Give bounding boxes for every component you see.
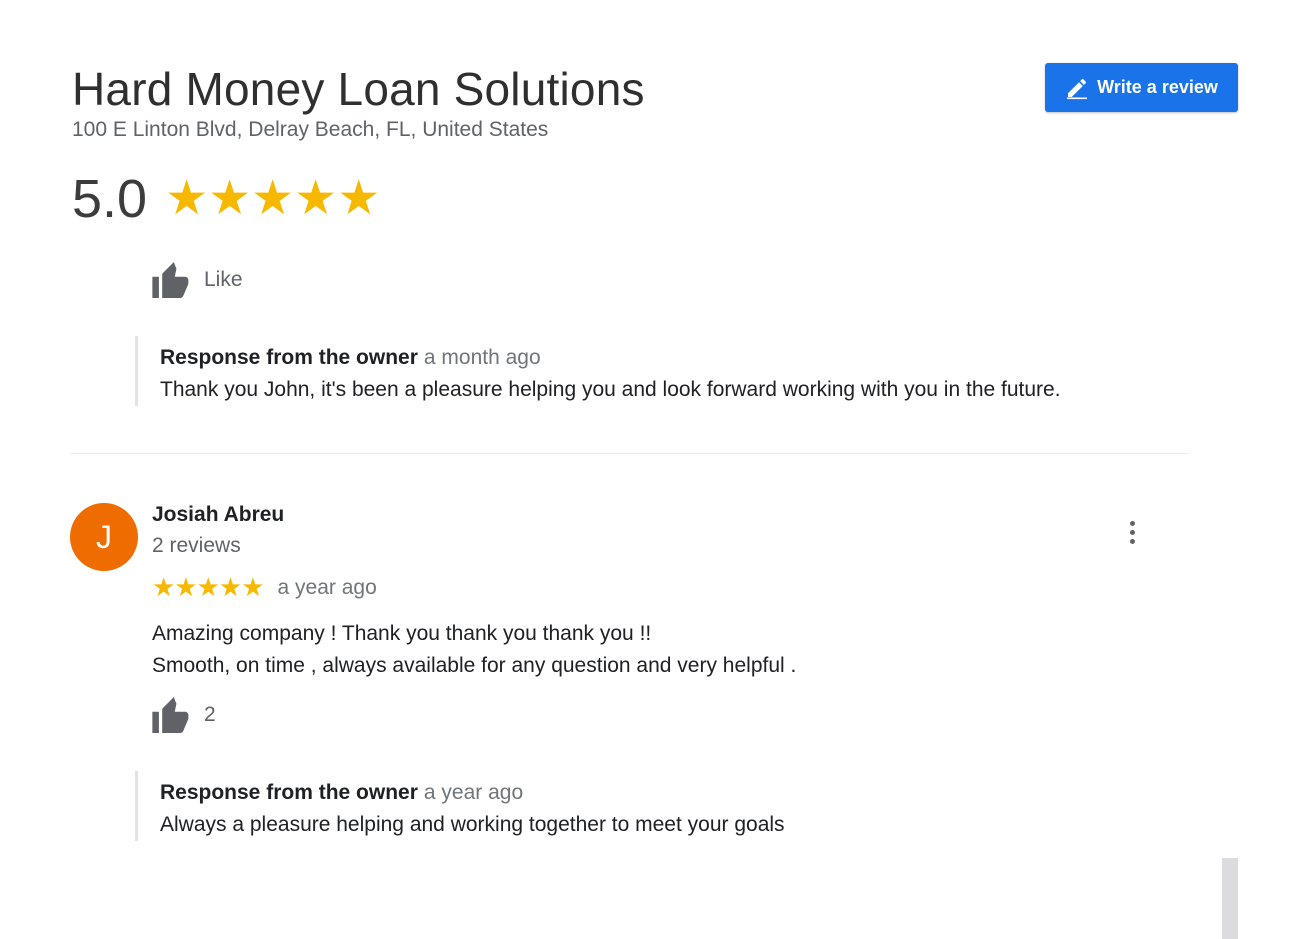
owner-response-time: a month ago [423, 346, 541, 369]
review-divider [70, 453, 1188, 454]
review-text: Amazing company ! Thank you thank you th… [152, 618, 796, 682]
like-count: 2 [204, 703, 216, 726]
review-text-line: Smooth, on time , always available for a… [152, 654, 797, 677]
thumbs-up-icon [152, 697, 189, 733]
owner-response: Response from the owner a year ago Always… [135, 771, 785, 841]
owner-response: Response from the owner a month ago Thank… [135, 336, 1061, 406]
owner-response-header: Response from the owner a year ago [160, 771, 785, 805]
business-address: 100 E Linton Blvd, Delray Beach, FL, Uni… [72, 118, 549, 141]
owner-response-text: Always a pleasure helping and working to… [160, 813, 785, 836]
avatar-initial: J [96, 518, 112, 555]
pencil-icon [1067, 78, 1088, 99]
scrollbar-thumb[interactable] [1222, 858, 1238, 939]
owner-response-label: Response from the owner [160, 346, 418, 369]
owner-response-text: Thank you John, it's been a pleasure hel… [160, 378, 1061, 401]
reviewer-review-count[interactable]: 2 reviews [152, 534, 241, 558]
overall-rating: 5.0 ★★★★★ [72, 168, 380, 230]
owner-response-label: Response from the owner [160, 781, 418, 804]
more-vert-icon[interactable] [1120, 515, 1144, 549]
avatar[interactable]: J [70, 503, 138, 571]
page-title: Hard Money Loan Solutions [72, 63, 645, 115]
reviewer-name[interactable]: Josiah Abreu [152, 503, 284, 527]
review-stars: ★★★★★ [152, 572, 265, 602]
review-text-line: Amazing company ! Thank you thank you th… [152, 622, 652, 645]
like-button[interactable]: 2 [152, 697, 216, 733]
thumbs-up-icon [152, 262, 189, 298]
write-review-button[interactable]: Write a review [1045, 63, 1238, 112]
owner-response-header: Response from the owner a month ago [160, 336, 1061, 370]
like-label: Like [204, 268, 243, 291]
like-button[interactable]: Like [152, 262, 243, 298]
rating-value: 5.0 [72, 169, 148, 229]
review-time: a year ago [277, 575, 377, 599]
owner-response-time: a year ago [423, 781, 524, 804]
write-review-label: Write a review [1097, 77, 1218, 97]
rating-stars: ★★★★★ [165, 172, 381, 225]
review-rating-row: ★★★★★ a year ago [152, 572, 377, 603]
